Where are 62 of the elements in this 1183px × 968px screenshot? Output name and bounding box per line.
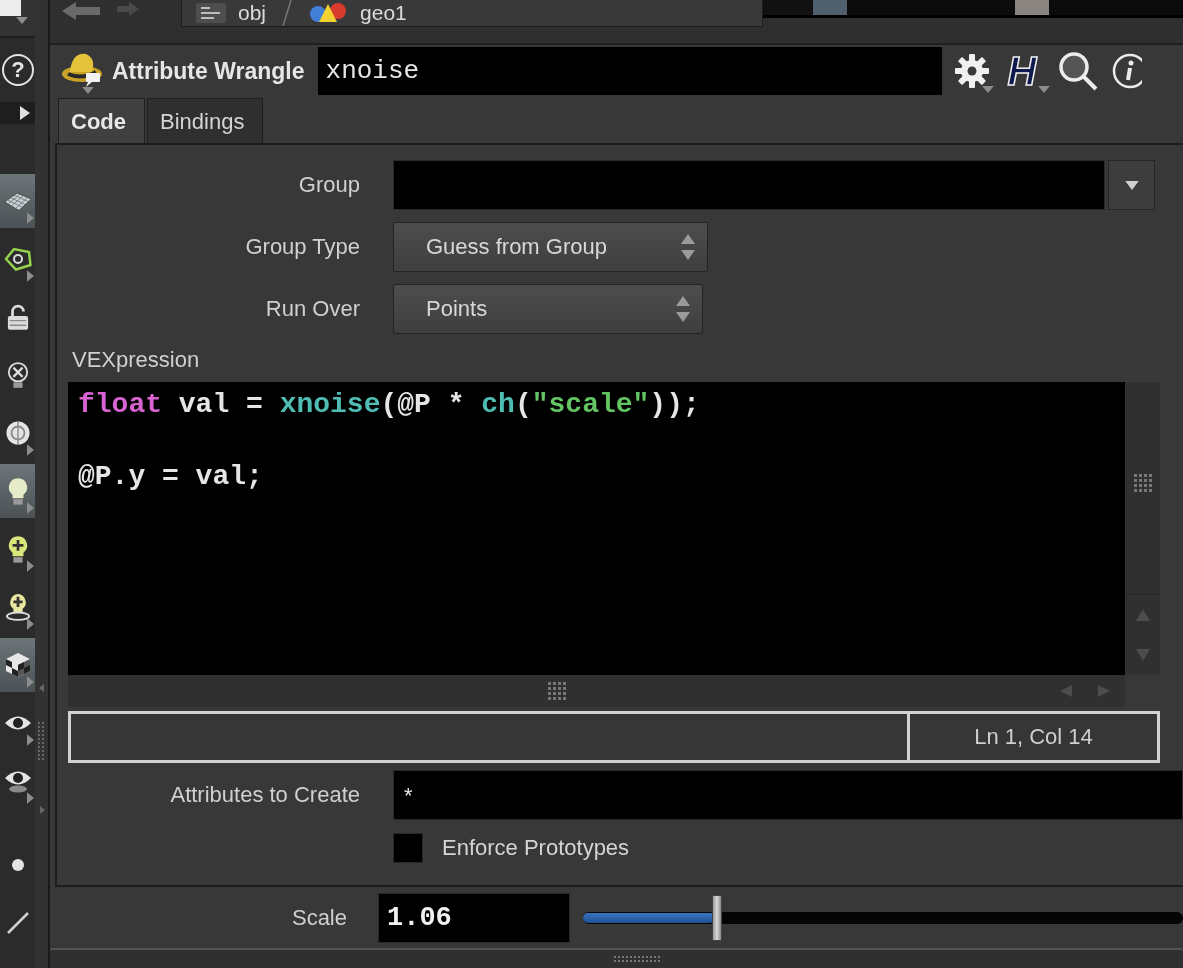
eye-icon: [3, 769, 32, 793]
triangle-icon: [20, 106, 30, 120]
updown-arrows-icon: [681, 233, 695, 261]
code-line: float val = xnoise(@P * ch("scale"));: [78, 388, 700, 422]
polygon-icon: [3, 247, 32, 271]
dot-icon: [11, 859, 24, 871]
tab[interactable]: Code: [58, 98, 145, 143]
slider-thumb[interactable]: [712, 894, 722, 941]
bulb-cross-icon: [6, 362, 29, 388]
code-editor[interactable]: float val = xnoise(@P * ch("scale")); @P.y = val;: [68, 382, 1125, 675]
scale-field[interactable]: 1.06: [378, 892, 570, 943]
caret-icon: [82, 87, 94, 94]
node-type-label: Attribute Wrangle: [112, 57, 305, 85]
grip-icon[interactable]: [1133, 474, 1152, 492]
parameter-label: Scale: [290, 904, 347, 931]
bulb-plus-icon: [7, 535, 28, 563]
lock-icon: [6, 304, 29, 330]
checkbox[interactable]: [393, 833, 423, 863]
disc-icon: [5, 421, 30, 445]
grid-plane-icon: [3, 191, 32, 211]
grip-handle[interactable]: [38, 722, 44, 760]
eye-icon: [3, 714, 32, 732]
group-field[interactable]: [393, 160, 1105, 210]
parameter-label: Run Over: [264, 296, 360, 322]
bulb-plus-icon: [5, 593, 30, 621]
tab[interactable]: Bindings: [147, 98, 264, 143]
cursor-position: Ln 1, Col 14: [907, 714, 1157, 760]
dropdown-button[interactable]: [1108, 160, 1155, 210]
bulb-icon: [7, 477, 28, 505]
section-label: VEXpression: [72, 346, 200, 374]
info-icon[interactable]: [1112, 53, 1143, 89]
gear-icon[interactable]: [953, 53, 990, 89]
network-icon: [196, 3, 226, 23]
menu-button[interactable]: Guess from Group: [393, 222, 708, 272]
shapes-icon: [308, 2, 349, 24]
path-crumb[interactable]: obj: [196, 1, 267, 25]
grip-icon[interactable]: [547, 682, 566, 700]
expand-button[interactable]: [0, 102, 35, 124]
checker-cube-icon: [4, 652, 31, 678]
caret-icon: [1124, 180, 1139, 190]
code-line: @P.y = val;: [78, 460, 263, 494]
grip-handle[interactable]: [613, 956, 660, 962]
separator-icon: [282, 0, 293, 26]
caret-icon: [16, 17, 28, 24]
slider-track[interactable]: [583, 894, 1183, 941]
horizontal-scrollbar[interactable]: [68, 675, 1125, 707]
search-icon[interactable]: [1058, 51, 1099, 91]
caret-icon: [1038, 86, 1051, 93]
menu-button[interactable]: Points: [393, 284, 703, 334]
vertical-scrollbar[interactable]: [1125, 382, 1160, 675]
caret-icon: [981, 86, 994, 93]
shelf-tool-button[interactable]: [0, 638, 35, 692]
path-crumb[interactable]: geo1: [308, 1, 407, 25]
attributes-field[interactable]: *: [393, 770, 1183, 820]
shelf-tool-button[interactable]: [0, 464, 35, 518]
parameter-label: Attributes to Create: [169, 782, 360, 808]
line-icon: [5, 911, 30, 935]
parameter-label: Group: [297, 172, 360, 198]
node-name-field[interactable]: xnoise: [317, 47, 942, 95]
parameter-label: Group Type: [244, 234, 360, 260]
updown-arrows-icon: [676, 295, 690, 323]
checkbox-label: Enforce Prototypes: [442, 835, 630, 861]
